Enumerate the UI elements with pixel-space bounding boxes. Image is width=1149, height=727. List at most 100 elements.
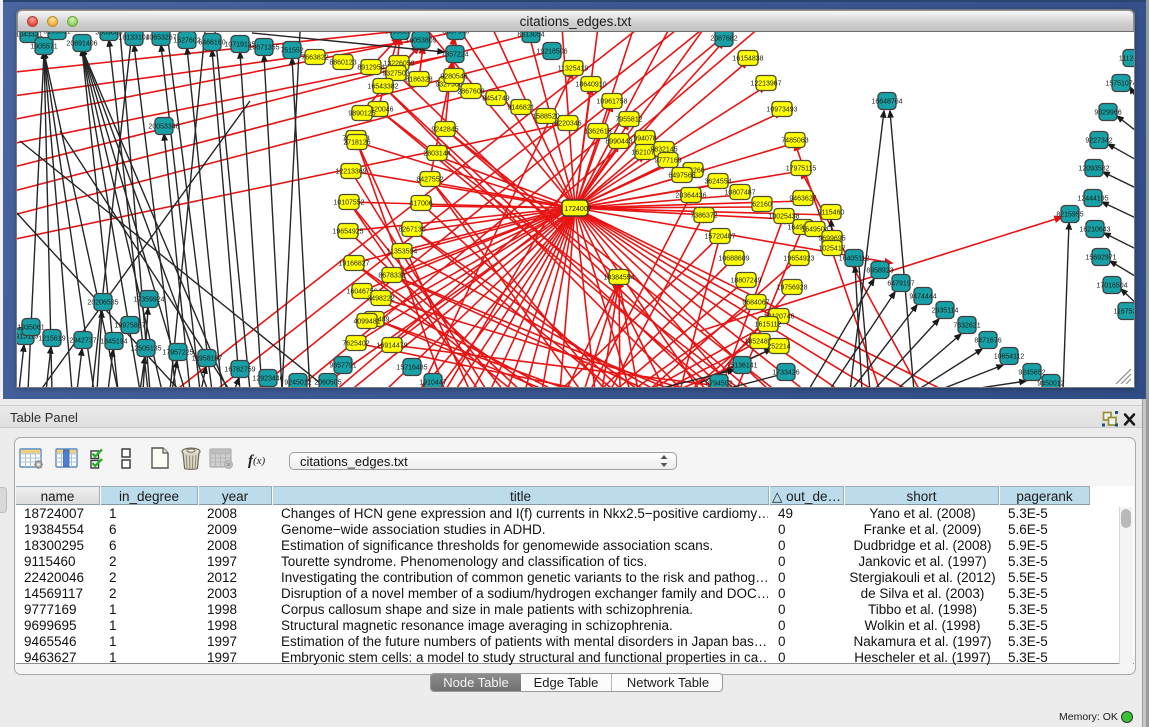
svg-text:3498222: 3498222: [367, 295, 394, 302]
svg-text:8958923: 8958923: [866, 267, 893, 274]
svg-text:1615112: 1615112: [755, 321, 782, 328]
svg-text:7632621: 7632621: [953, 322, 980, 329]
svg-text:19975887: 19975887: [114, 322, 145, 329]
svg-text:1724007: 1724007: [564, 206, 591, 213]
svg-text:12093582: 12093582: [1078, 165, 1109, 172]
svg-text:15751074: 15751074: [1105, 80, 1134, 87]
svg-text:751552: 751552: [280, 47, 303, 54]
svg-text:1215619: 1215619: [38, 335, 65, 342]
svg-text:10688609: 10688609: [718, 255, 749, 262]
svg-text:20364436: 20364436: [675, 192, 706, 199]
svg-text:9115460: 9115460: [818, 209, 845, 216]
svg-text:16053809: 16053809: [384, 32, 415, 36]
svg-text:9463627: 9463627: [789, 195, 816, 202]
svg-text:17359924: 17359924: [133, 296, 164, 303]
svg-text:8990443: 8990443: [605, 138, 632, 145]
svg-text:8267130: 8267130: [398, 226, 425, 233]
svg-text:17016504: 17016504: [1096, 282, 1127, 289]
svg-text:1733426: 1733426: [772, 369, 799, 376]
svg-text:8860123: 8860123: [329, 59, 356, 66]
svg-text:10973493: 10973493: [766, 106, 797, 113]
svg-text:19654923: 19654923: [783, 255, 814, 262]
svg-text:9227342: 9227342: [1085, 137, 1112, 144]
svg-text:10671355: 10671355: [248, 44, 279, 51]
svg-text:6497568: 6497568: [668, 172, 695, 179]
svg-text:16154838: 16154838: [732, 55, 763, 62]
svg-text:1905571: 1905571: [30, 43, 57, 50]
svg-text:1527602: 1527602: [173, 37, 200, 44]
svg-text:8215955: 8215955: [1056, 211, 1083, 218]
svg-text:18640910: 18640910: [575, 81, 606, 88]
svg-text:10654112: 10654112: [994, 353, 1025, 360]
svg-text:19384554: 19384554: [603, 274, 634, 281]
svg-text:3624554: 3624554: [704, 178, 731, 185]
svg-text:7485063: 7485063: [781, 137, 808, 144]
svg-text:16648764: 16648764: [871, 98, 902, 105]
svg-text:8678332: 8678332: [378, 272, 405, 279]
svg-text:8471676: 8471676: [974, 337, 1001, 344]
svg-text:15720407: 15720407: [704, 233, 735, 240]
svg-text:17975115: 17975115: [786, 165, 817, 172]
svg-text:8220346: 8220346: [554, 120, 581, 127]
svg-text:12505135: 12505135: [130, 345, 161, 352]
svg-text:8912954: 8912954: [357, 64, 384, 71]
svg-text:1167533: 1167533: [1114, 308, 1134, 315]
svg-text:7357224: 7357224: [441, 51, 468, 58]
svg-text:8794502: 8794502: [705, 380, 732, 387]
svg-text:9657791: 9657791: [329, 362, 356, 369]
svg-text:11353594: 11353594: [387, 248, 418, 255]
svg-text:8637940: 8637940: [442, 32, 469, 36]
svg-text:6479197: 6479197: [887, 280, 914, 287]
svg-text:6466160: 6466160: [198, 39, 225, 46]
svg-text:9245012: 9245012: [284, 379, 311, 386]
svg-text:9146821: 9146821: [507, 104, 534, 111]
svg-text:2087682: 2087682: [710, 35, 737, 42]
svg-text:9890125: 9890125: [348, 110, 375, 117]
svg-text:2803144: 2803144: [423, 150, 450, 157]
svg-text:2060505: 2060505: [314, 379, 341, 386]
svg-text:8813054: 8813054: [517, 32, 544, 39]
svg-text:10961758: 10961758: [596, 98, 627, 105]
svg-text:19218506: 19218506: [536, 48, 567, 55]
svg-text:7955812: 7955812: [615, 116, 642, 123]
svg-text:9450012: 9450012: [1037, 380, 1064, 387]
svg-text:7663822: 7663822: [301, 54, 328, 61]
svg-text:10653267: 10653267: [145, 34, 176, 41]
svg-text:19654925: 19654925: [332, 228, 363, 235]
svg-text:7386372: 7386372: [690, 212, 717, 219]
svg-text:16914479: 16914479: [376, 342, 407, 349]
svg-text:17957225: 17957225: [162, 349, 193, 356]
svg-text:9245652: 9245652: [1018, 369, 1045, 376]
svg-text:11325419: 11325419: [558, 65, 589, 72]
svg-text:16210643: 16210643: [1079, 226, 1110, 233]
svg-text:1910447: 1910447: [419, 379, 446, 386]
svg-text:62160: 62160: [752, 201, 772, 208]
svg-text:16053809: 16053809: [405, 37, 436, 44]
svg-text:1845194: 1845194: [100, 338, 127, 345]
svg-text:12213967: 12213967: [750, 80, 781, 87]
svg-text:10107552: 10107552: [333, 199, 364, 206]
svg-text:12213369: 12213369: [335, 168, 366, 175]
svg-text:1588520: 1588520: [532, 113, 559, 120]
svg-text:20206535: 20206535: [87, 299, 118, 306]
svg-text:15692971: 15692971: [1085, 254, 1116, 261]
svg-text:15136141: 15136141: [726, 362, 757, 369]
svg-text:9777169: 9777169: [654, 157, 681, 164]
svg-text:20691406: 20691406: [66, 40, 97, 47]
svg-text:252214: 252214: [767, 343, 790, 350]
svg-text:16405112: 16405112: [839, 255, 870, 262]
svg-text:9280546: 9280546: [440, 73, 467, 80]
svg-text:16543382: 16543382: [367, 83, 398, 90]
svg-text:994078: 994078: [633, 135, 656, 142]
svg-text:9242845: 9242845: [431, 126, 458, 133]
svg-text:(x): (x): [253, 455, 266, 467]
svg-text:8196001: 8196001: [43, 32, 70, 36]
svg-text:1025417: 1025417: [818, 245, 845, 252]
svg-text:8427552: 8427552: [416, 176, 443, 183]
svg-text:8454749: 8454749: [482, 95, 509, 102]
svg-text:4099481: 4099481: [353, 318, 380, 325]
svg-text:19756928: 19756928: [776, 284, 807, 291]
svg-text:9684067: 9684067: [742, 299, 769, 306]
svg-text:12923446: 12923446: [252, 375, 283, 382]
svg-text:10807487: 10807487: [724, 189, 755, 196]
